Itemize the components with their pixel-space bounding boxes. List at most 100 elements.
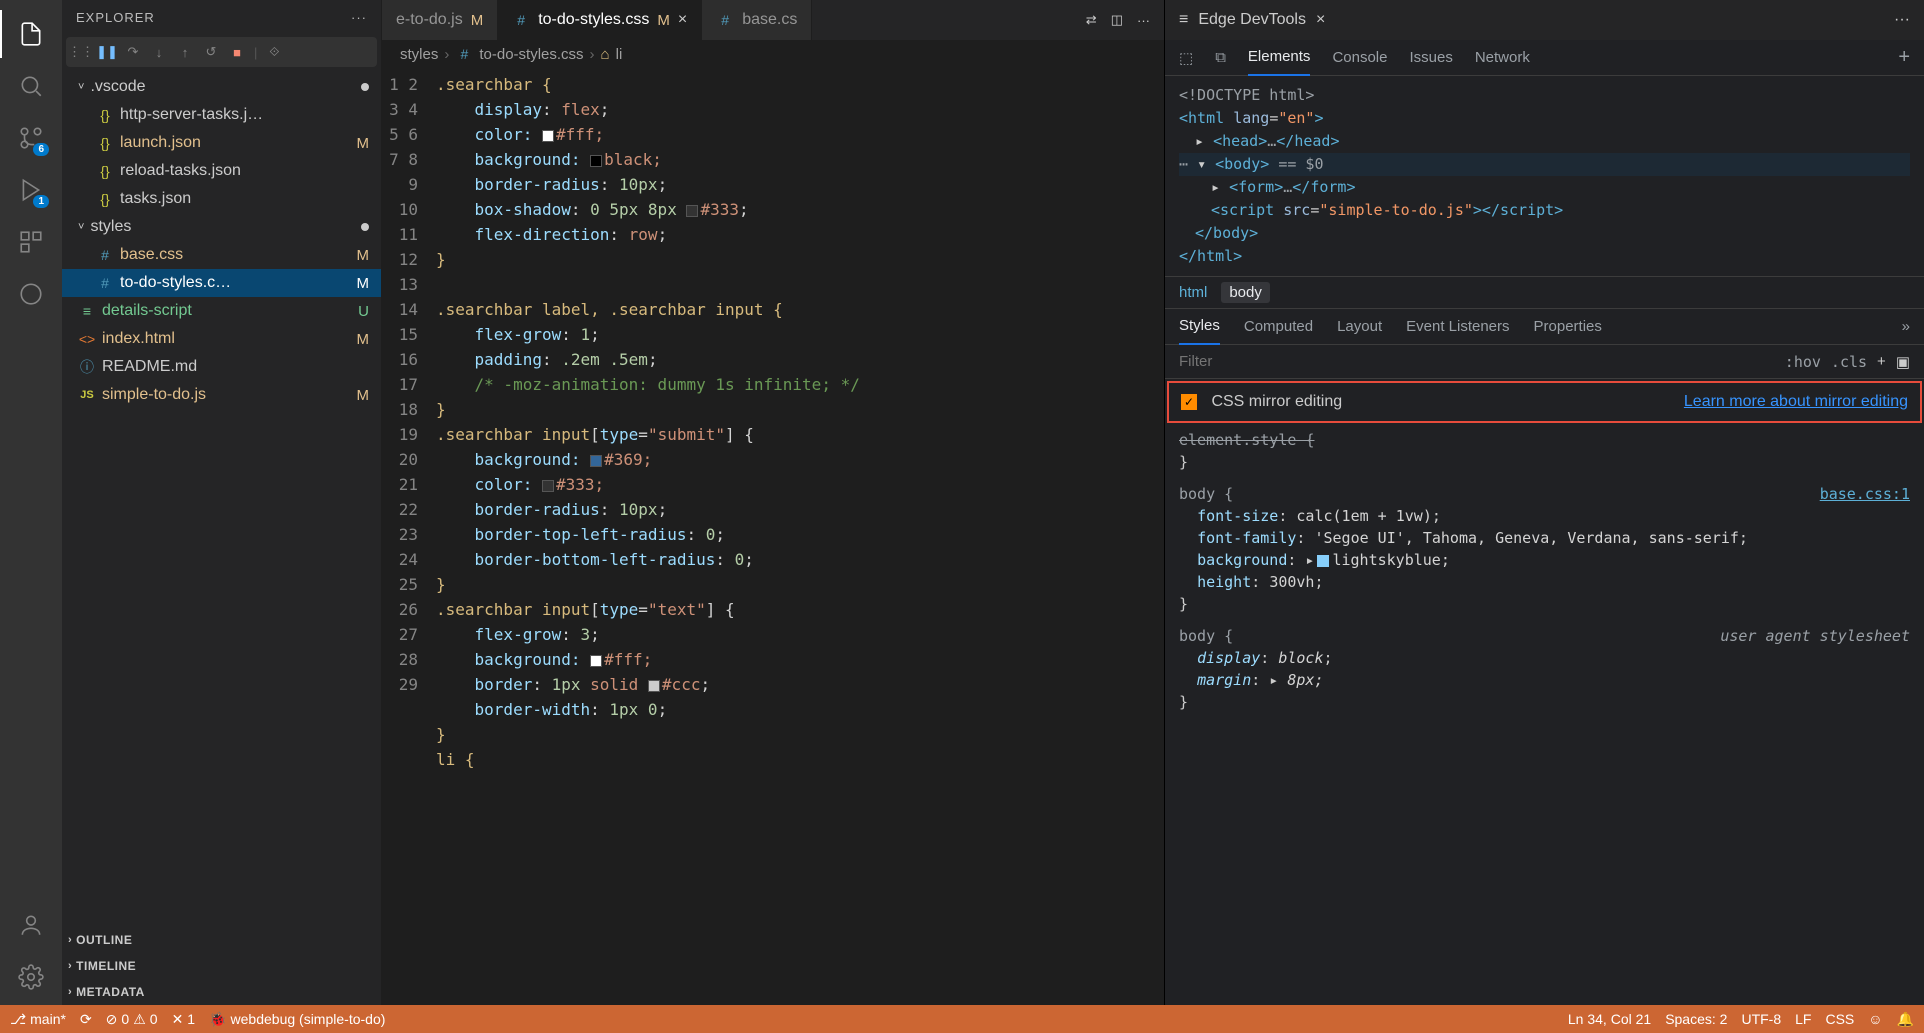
explorer-icon[interactable] (7, 10, 55, 58)
timeline-section[interactable]: ›TIMELINE (62, 953, 381, 979)
bell-icon[interactable]: 🔔 (1897, 1011, 1914, 1028)
panel-icon[interactable]: ▣ (1896, 353, 1910, 371)
restart-icon[interactable]: ↺ (202, 43, 220, 61)
debug-status[interactable]: 🐞 webdebug (simple-to-do) (209, 1011, 385, 1028)
eol-status[interactable]: LF (1795, 1011, 1811, 1027)
indent-status[interactable]: Spaces: 2 (1665, 1011, 1727, 1027)
mirror-checkbox[interactable]: ✓ (1181, 394, 1197, 410)
cursor-position[interactable]: Ln 34, Col 21 (1568, 1011, 1651, 1027)
more-icon[interactable]: ··· (1894, 11, 1910, 29)
file-http-server-tasks[interactable]: {}http-server-tasks.j… (62, 101, 381, 129)
run-debug-icon[interactable]: 1 (7, 166, 55, 214)
tab-base-css[interactable]: #base.cs (702, 0, 812, 40)
editor-area: e-to-do.jsM #to-do-styles.cssM× #base.cs… (382, 0, 1164, 1005)
split-editor-icon[interactable]: ◫ (1111, 12, 1123, 28)
subtab-listeners[interactable]: Event Listeners (1406, 318, 1509, 335)
feedback-icon[interactable]: ☺ (1868, 1011, 1882, 1027)
device-icon[interactable]: ⧉ (1215, 49, 1226, 66)
plus-icon[interactable]: + (1898, 46, 1910, 69)
code-content[interactable]: .searchbar { display: flex; color: #fff;… (436, 68, 1164, 1005)
file-base-css[interactable]: #base.cssM (62, 241, 381, 269)
step-out-icon[interactable]: ↑ (176, 43, 194, 61)
cls-toggle[interactable]: .cls (1831, 353, 1867, 371)
pause-icon[interactable]: ❚❚ (98, 43, 116, 61)
subtab-computed[interactable]: Computed (1244, 318, 1313, 335)
close-icon[interactable]: × (678, 11, 687, 29)
debug-badge: 1 (33, 195, 49, 208)
folder-vscode[interactable]: ˅.vscode (62, 73, 381, 101)
explorer-title: EXPLORER (76, 10, 155, 25)
devtools-menu-icon[interactable]: ≡ (1179, 11, 1188, 29)
tasks-status[interactable]: ✕ 1 (172, 1011, 196, 1028)
metadata-section[interactable]: ›METADATA (62, 979, 381, 1005)
mirror-learn-more-link[interactable]: Learn more about mirror editing (1684, 393, 1908, 411)
css-mirror-editing-box: ✓ CSS mirror editing Learn more about mi… (1167, 381, 1922, 423)
more-tabs-icon[interactable]: » (1902, 318, 1910, 335)
edge-icon[interactable] (7, 270, 55, 318)
file-launch-json[interactable]: {}launch.jsonM (62, 129, 381, 157)
devtools-title: Edge DevTools (1198, 11, 1306, 29)
file-reload-tasks[interactable]: {}reload-tasks.json (62, 157, 381, 185)
file-tasks-json[interactable]: {}tasks.json (62, 185, 381, 213)
sync-status[interactable]: ⟳ (80, 1011, 92, 1028)
file-details-script[interactable]: ≡details-scriptU (62, 297, 381, 325)
tab-console[interactable]: Console (1332, 40, 1387, 76)
filter-input[interactable] (1179, 353, 1775, 370)
step-into-icon[interactable]: ↓ (150, 43, 168, 61)
tab-network[interactable]: Network (1475, 40, 1530, 76)
scm-badge: 6 (33, 143, 49, 156)
new-rule-icon[interactable]: + (1877, 353, 1886, 370)
hov-toggle[interactable]: :hov (1785, 353, 1821, 371)
devtools-panel: ≡ Edge DevTools × ··· ⬚ ⧉ Elements Conso… (1164, 0, 1924, 1005)
status-bar: ⎇ main* ⟳ ⊘ 0 ⚠ 0 ✕ 1 🐞 webdebug (simple… (0, 1005, 1924, 1033)
step-over-icon[interactable]: ↷ (124, 43, 142, 61)
ua-stylesheet-label: user agent stylesheet (1720, 625, 1910, 647)
file-readme[interactable]: ⓘREADME.md (62, 353, 381, 381)
tab-simple-todo-js[interactable]: e-to-do.jsM (382, 0, 498, 40)
styles-filter-bar: :hov .cls + ▣ (1165, 345, 1924, 379)
encoding-status[interactable]: UTF-8 (1741, 1011, 1781, 1027)
problems-status[interactable]: ⊘ 0 ⚠ 0 (106, 1011, 158, 1028)
more-actions-icon[interactable]: ··· (1137, 13, 1150, 28)
devtools-tabs: ⬚ ⧉ Elements Console Issues Network + (1165, 40, 1924, 76)
styles-tabs: Styles Computed Layout Event Listeners P… (1165, 309, 1924, 345)
dom-tree[interactable]: <!DOCTYPE html> <html lang="en"> ▸ <head… (1165, 76, 1924, 277)
explorer-sidebar: EXPLORER ··· ⋮⋮ ❚❚ ↷ ↓ ↑ ↺ ■ | ⟐ ˅.vscod… (62, 0, 382, 1005)
code-editor[interactable]: 1 2 3 4 5 6 7 8 9 10 11 12 13 14 15 16 1… (382, 68, 1164, 1005)
stop-icon[interactable]: ■ (228, 43, 246, 61)
tab-elements[interactable]: Elements (1248, 40, 1311, 76)
dom-breadcrumb[interactable]: html body (1165, 277, 1924, 309)
language-status[interactable]: CSS (1825, 1011, 1854, 1027)
file-simple-todo-js[interactable]: JSsimple-to-do.jsM (62, 381, 381, 409)
tab-todo-styles-css[interactable]: #to-do-styles.cssM× (498, 0, 702, 40)
tab-bar: e-to-do.jsM #to-do-styles.cssM× #base.cs… (382, 0, 1164, 40)
breadcrumb[interactable]: styles› #to-do-styles.css› ⌂li (382, 40, 1164, 68)
debug-toolbar: ⋮⋮ ❚❚ ↷ ↓ ↑ ↺ ■ | ⟐ (66, 37, 377, 67)
folder-modified-dot (361, 223, 369, 231)
inspect-icon[interactable]: ⬚ (1179, 49, 1193, 67)
outline-section[interactable]: ›OUTLINE (62, 927, 381, 953)
file-tree: ˅.vscode {}http-server-tasks.j… {}launch… (62, 73, 381, 927)
close-icon[interactable]: × (1316, 11, 1325, 29)
extensions-icon[interactable] (7, 218, 55, 266)
drag-handle-icon[interactable]: ⋮⋮ (72, 43, 90, 61)
folder-styles[interactable]: ˅styles (62, 213, 381, 241)
tab-issues[interactable]: Issues (1409, 40, 1452, 76)
subtab-properties[interactable]: Properties (1534, 318, 1602, 335)
subtab-styles[interactable]: Styles (1179, 309, 1220, 345)
line-gutter: 1 2 3 4 5 6 7 8 9 10 11 12 13 14 15 16 1… (382, 68, 436, 1005)
settings-gear-icon[interactable] (7, 953, 55, 1001)
mirror-label: CSS mirror editing (1211, 393, 1342, 410)
branch-status[interactable]: ⎇ main* (10, 1011, 66, 1028)
screencast-icon[interactable]: ⟐ (265, 43, 283, 61)
search-icon[interactable] (7, 62, 55, 110)
styles-rules[interactable]: element.style {} base.css:1 body { font-… (1165, 425, 1924, 1005)
source-control-icon[interactable]: 6 (7, 114, 55, 162)
more-icon[interactable]: ··· (351, 10, 367, 25)
subtab-layout[interactable]: Layout (1337, 318, 1382, 335)
rule-origin-link[interactable]: base.css:1 (1820, 483, 1910, 505)
file-todo-styles-css[interactable]: #to-do-styles.c…M (62, 269, 381, 297)
file-index-html[interactable]: <>index.htmlM (62, 325, 381, 353)
account-icon[interactable] (7, 901, 55, 949)
compare-icon[interactable]: ⇄ (1086, 12, 1097, 28)
